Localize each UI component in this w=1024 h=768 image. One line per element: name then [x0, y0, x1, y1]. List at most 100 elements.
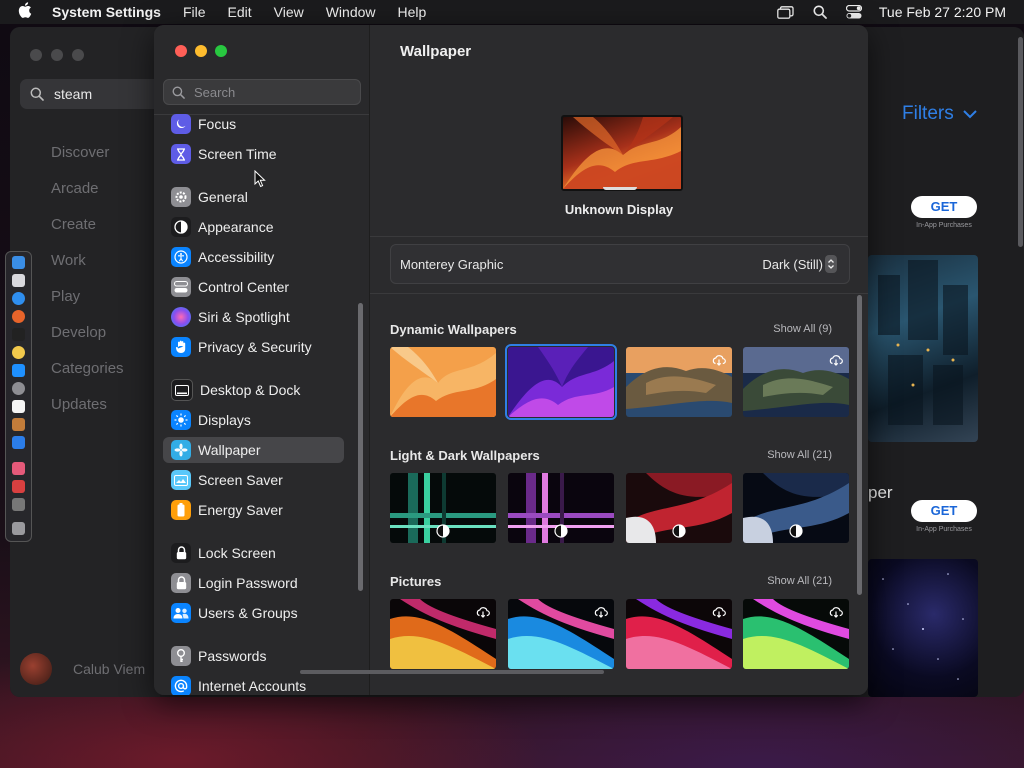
download-cloud-icon[interactable] — [829, 353, 843, 367]
wallpaper-thumb-catalina-coast[interactable] — [626, 347, 732, 417]
close-button[interactable] — [175, 45, 187, 57]
vscode-icon[interactable] — [12, 436, 25, 449]
menu-window[interactable]: Window — [326, 4, 376, 20]
sidebar-item-displays[interactable]: Displays — [163, 407, 344, 433]
menu-help[interactable]: Help — [398, 4, 427, 20]
sidebar-item-appearance[interactable]: Appearance — [163, 214, 344, 240]
app-screenshot-space[interactable] — [868, 559, 978, 697]
spotlight-search-icon[interactable] — [811, 5, 829, 19]
sidebar-item-label: Privacy & Security — [198, 339, 312, 355]
appearance-mode-value[interactable]: Dark (Still) — [762, 257, 823, 272]
settings-search-input[interactable] — [192, 83, 356, 101]
wallpaper-thumb-abstract-orange[interactable] — [390, 599, 496, 669]
download-cloud-icon[interactable] — [829, 605, 843, 619]
wallpaper-thumb-macos-red[interactable] — [626, 473, 732, 543]
sidebar-item-lock-screen[interactable]: Lock Screen — [163, 540, 344, 566]
menu-app-name[interactable]: System Settings — [52, 4, 161, 20]
app-store-zoom-button[interactable] — [72, 49, 84, 61]
sidebar-scrollbar[interactable] — [358, 303, 363, 591]
sidebar-item-control-center[interactable]: Control Center — [163, 274, 344, 300]
wallpaper-thumb-abstract-green[interactable] — [743, 599, 849, 669]
sidebar-item-focus[interactable]: Focus — [163, 111, 344, 137]
search-icon — [30, 87, 44, 101]
download-cloud-icon[interactable] — [594, 605, 608, 619]
menu-file[interactable]: File — [183, 4, 206, 20]
sidebar-item-internet-accounts[interactable]: Internet Accounts — [163, 673, 344, 695]
appearance-icon — [171, 217, 191, 237]
wallpaper-thumb-monterey-graphic[interactable] — [505, 344, 617, 420]
app-store-search-field[interactable]: steam — [20, 79, 170, 109]
wallpaper-thumb-monterey-light[interactable] — [390, 347, 496, 417]
get-button[interactable]: GET — [911, 500, 977, 522]
nav-discover[interactable]: Discover — [51, 135, 124, 171]
sidebar-item-label: Siri & Spotlight — [198, 309, 290, 325]
minimize-button[interactable] — [195, 45, 207, 57]
wallpaper-thumb-abstract-cyan[interactable] — [508, 599, 614, 669]
download-cloud-icon[interactable] — [476, 605, 490, 619]
sidebar-item-users-groups[interactable]: Users & Groups — [163, 600, 344, 626]
trash-icon[interactable] — [12, 522, 25, 535]
finder-icon[interactable] — [12, 256, 25, 269]
sidebar-item-screen-saver[interactable]: Screen Saver — [163, 467, 344, 493]
app-store-scrollbar[interactable] — [1018, 37, 1023, 247]
safari-icon[interactable] — [12, 292, 25, 305]
app-store-icon[interactable] — [12, 364, 25, 377]
wallpaper-thumb-glass-purple[interactable] — [508, 473, 614, 543]
music-icon[interactable] — [12, 480, 25, 493]
wallpaper-scrollbar[interactable] — [857, 295, 862, 595]
sidebar-item-wallpaper[interactable]: Wallpaper — [163, 437, 344, 463]
nav-develop[interactable]: Develop — [51, 315, 124, 351]
sidebar-item-label: Login Password — [198, 575, 298, 591]
wallpaper-thumb-abstract-pink[interactable] — [626, 599, 732, 669]
app-screenshot-city[interactable] — [868, 255, 978, 442]
app-store-close-button[interactable] — [30, 49, 42, 61]
sidebar-item-energy-saver[interactable]: Energy Saver — [163, 497, 344, 523]
nav-play[interactable]: Play — [51, 279, 124, 315]
control-center-icon[interactable] — [845, 5, 863, 19]
sidebar-item-siri-spotlight[interactable]: Siri & Spotlight — [163, 304, 344, 330]
nav-create[interactable]: Create — [51, 207, 124, 243]
sidebar-item-desktop-dock[interactable]: Desktop & Dock — [163, 377, 344, 403]
sidebar-item-label: Internet Accounts — [198, 678, 307, 694]
app-store-account[interactable]: Calub Viem — [20, 653, 145, 685]
horizontal-scrollbar[interactable] — [300, 670, 604, 674]
firefox-icon[interactable] — [12, 310, 25, 323]
launchpad-icon[interactable] — [12, 274, 25, 287]
sidebar-item-login-password[interactable]: Login Password — [163, 570, 344, 596]
brush-app-icon[interactable] — [12, 418, 25, 431]
wallpaper-thumb-catalina-dusk[interactable] — [743, 347, 849, 417]
screen-mirroring-icon[interactable] — [777, 5, 795, 19]
menu-bar-clock[interactable]: Tue Feb 27 2:20 PM — [879, 4, 1006, 20]
wallpaper-thumb-macos-blue[interactable] — [743, 473, 849, 543]
appearance-mode-stepper[interactable] — [825, 255, 837, 273]
nav-categories[interactable]: Categories — [51, 351, 124, 387]
settings-search-field[interactable] — [163, 79, 361, 105]
menu-edit[interactable]: Edit — [228, 4, 252, 20]
apple-menu-icon[interactable] — [18, 2, 34, 22]
nav-work[interactable]: Work — [51, 243, 124, 279]
sidebar-item-accessibility[interactable]: Accessibility — [163, 244, 344, 270]
textedit-icon[interactable] — [12, 400, 25, 413]
sidebar-item-passwords[interactable]: Passwords — [163, 643, 344, 669]
show-all-light-dark-button[interactable]: Show All (21) — [767, 449, 832, 461]
download-cloud-icon[interactable] — [712, 353, 726, 367]
wallpaper-thumb-glass-green[interactable] — [390, 473, 496, 543]
app-store-minimize-button[interactable] — [51, 49, 63, 61]
show-all-pictures-button[interactable]: Show All (21) — [767, 575, 832, 587]
system-settings-icon[interactable] — [12, 382, 25, 395]
zoom-button[interactable] — [215, 45, 227, 57]
menu-view[interactable]: View — [274, 4, 304, 20]
sidebar-item-privacy-security[interactable]: Privacy & Security — [163, 334, 344, 360]
preview-icon[interactable] — [12, 498, 25, 511]
photos-icon[interactable] — [12, 462, 25, 475]
download-cloud-icon[interactable] — [712, 605, 726, 619]
nav-updates[interactable]: Updates — [51, 387, 124, 423]
filters-button[interactable]: Filters — [902, 103, 978, 125]
nav-arcade[interactable]: Arcade — [51, 171, 124, 207]
terminal-icon[interactable] — [12, 328, 25, 341]
show-all-dynamic-button[interactable]: Show All (9) — [773, 323, 832, 335]
get-button[interactable]: GET — [911, 196, 977, 218]
chrome-icon[interactable] — [12, 346, 25, 359]
sidebar-item-screen-time[interactable]: Screen Time — [163, 141, 344, 167]
at-icon — [171, 676, 191, 695]
